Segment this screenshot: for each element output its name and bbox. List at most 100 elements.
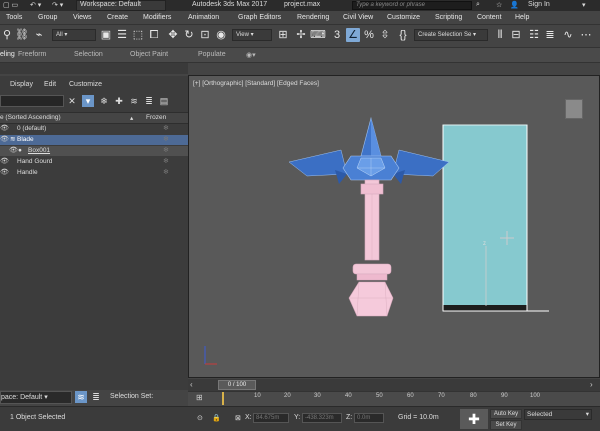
spinner-snap-icon[interactable]: ⇳ [378,28,392,42]
layer-list-icon[interactable]: ≣ [143,95,155,107]
handle-object[interactable] [360,179,384,261]
select-scale-icon[interactable]: ⊡ [198,28,212,42]
selection-filter-dropdown[interactable]: All ▾ [52,29,96,41]
layer-options-icon[interactable]: ▤ [158,95,170,107]
track-bar-menu-icon[interactable]: ⊞ [196,393,203,402]
menu-create[interactable]: Create [107,14,128,21]
create-selection-set-dropdown[interactable]: Create Selection Se ▾ [414,29,488,41]
layer-stack-icon[interactable]: ≋ [128,95,140,107]
select-by-name-icon[interactable]: ☰ [115,28,129,42]
eye-icon[interactable]: 👁 [0,124,9,134]
menu-animation[interactable]: Animation [188,14,219,21]
z-coordinate-input[interactable]: 0.0m [354,413,384,423]
freeze-toggle-icon[interactable]: ❄ [163,146,169,156]
freeze-toggle-icon[interactable]: ❄ [163,157,169,167]
blade-object[interactable] [288,116,450,184]
key-mode-dropdown[interactable]: Selected ▾ [524,409,592,420]
select-move-icon[interactable]: ✥ [166,28,180,42]
search-icon[interactable]: ⌕ [476,1,480,9]
freeze-toggle-icon[interactable]: ❄ [163,135,169,145]
schematic-view-icon[interactable]: ⋯ [579,28,593,42]
viewport-orthographic[interactable]: [+] [Orthographic] [Standard] [Edged Fac… [188,75,600,378]
sign-in-link[interactable]: Sign In [528,1,550,8]
menu-help[interactable]: Help [515,14,529,21]
explorer-menu-edit[interactable]: Edit [44,81,56,88]
percent-snap-icon[interactable]: % [362,28,376,42]
snap-toggle-icon[interactable]: 3 [330,28,344,42]
select-place-icon[interactable]: ◉ [214,28,228,42]
isolate-icon[interactable]: ⊙ [197,414,203,422]
menu-graph-editors[interactable]: Graph Editors [238,14,281,21]
bind-spacewarp-icon[interactable]: ⌁ [32,28,46,42]
x-coordinate-input[interactable]: 84.675m [253,413,289,423]
prev-frame-icon[interactable]: ‹ [190,380,193,389]
object-row-box001[interactable]: 👁 ● Box001 ❄ [0,146,188,156]
menu-group[interactable]: Group [38,14,57,21]
menu-rendering[interactable]: Rendering [297,14,329,21]
ref-coord-dropdown[interactable]: View ▾ [232,29,272,41]
hand-gourd-object[interactable] [348,263,394,317]
toggle-layer-explorer-icon[interactable]: ≣ [543,28,557,42]
layer-row-blade[interactable]: 👁 ≋ Blade ❄ [0,135,188,145]
track-bar[interactable]: ⊞ 10 20 30 40 50 60 70 80 90 100 [188,391,600,407]
ribbon-tab-populate[interactable]: Populate [198,51,226,58]
menu-civil-view[interactable]: Civil View [343,14,373,21]
rect-selection-icon[interactable]: ⬚ [131,28,145,42]
explorer-find-input[interactable] [0,95,64,107]
abs-mode-icon[interactable]: ⊠ [235,414,241,422]
explorer-menu-display[interactable]: Display [10,81,33,88]
eye-icon[interactable]: 👁 [0,157,9,167]
redo-icon[interactable]: ↷ ▾ [52,1,63,9]
filter-icon[interactable]: ▾ [82,95,94,107]
column-name-header[interactable]: e (Sorted Ascending) [0,114,61,121]
menu-content[interactable]: Content [477,14,502,21]
mirror-icon[interactable]: ⫴ [493,28,507,42]
undo-icon[interactable]: ↶ ▾ [30,1,41,9]
eye-icon[interactable]: 👁 [0,135,9,145]
time-slider[interactable]: 0 / 100 [218,380,256,390]
ribbon-options-icon[interactable]: ◉▾ [246,51,256,59]
freeze-icon[interactable]: ❄ [98,95,110,107]
named-selection-icon[interactable]: {} [396,28,410,42]
menu-customize[interactable]: Customize [387,14,420,21]
freeze-toggle-icon[interactable]: ❄ [163,124,169,134]
layer-row-hand-gourd[interactable]: 👁 Hand Gourd ❄ [0,157,188,167]
link-icon[interactable]: ⚲ [0,28,14,42]
column-frozen-header[interactable]: Frozen [146,114,166,121]
layer-row-default[interactable]: 👁 0 (default) ❄ [0,124,188,134]
user-icon[interactable]: 👤 [510,1,519,9]
toggle-scene-explorer-icon[interactable]: ☷ [527,28,541,42]
layer-row-handle[interactable]: 👁 Handle ❄ [0,168,188,178]
menu-scripting[interactable]: Scripting [435,14,462,21]
add-time-tag-icon[interactable]: ✚ [460,409,488,429]
clear-filter-icon[interactable]: ✕ [66,95,78,107]
window-crossing-icon[interactable]: ⧠ [147,28,161,42]
keyboard-shortcut-icon[interactable]: ⌨ [310,28,326,42]
curve-editor-icon[interactable]: ∿ [561,28,575,42]
freeze-toggle-icon[interactable]: ❄ [163,168,169,178]
ribbon-tab-freeform[interactable]: Freeform [18,51,46,58]
layer-dropdown[interactable]: pace: Default ▾ [0,391,72,404]
align-icon[interactable]: ⊟ [509,28,523,42]
unlink-icon[interactable]: ⛓ [15,28,29,42]
select-rotate-icon[interactable]: ↻ [182,28,196,42]
ribbon-tab-modeling[interactable]: eling [0,51,15,58]
box001-object[interactable] [442,124,549,312]
select-manipulate-icon[interactable]: ✢ [294,28,308,42]
explorer-menu-customize[interactable]: Customize [69,81,102,88]
menu-views[interactable]: Views [73,14,92,21]
search-input[interactable]: Type a keyword or phrase [352,1,472,10]
eye-icon[interactable]: 👁 [9,146,18,156]
layer-explorer-toggle-icon[interactable]: ≋ [75,391,87,403]
dropdown-icon[interactable]: ▾ [582,1,586,9]
menu-tools[interactable]: Tools [6,14,22,21]
add-layer-icon[interactable]: ✚ [113,95,125,107]
next-frame-icon[interactable]: › [590,380,593,389]
current-frame-marker[interactable] [222,392,224,405]
pivot-center-icon[interactable]: ⊞ [276,28,290,42]
star-icon[interactable]: ☆ [496,1,502,9]
workspace-dropdown[interactable]: Workspace: Default [76,0,166,11]
y-coordinate-input[interactable]: -438.323m [302,413,342,423]
eye-icon[interactable]: 👁 [0,168,9,178]
ribbon-tab-selection[interactable]: Selection [74,51,103,58]
